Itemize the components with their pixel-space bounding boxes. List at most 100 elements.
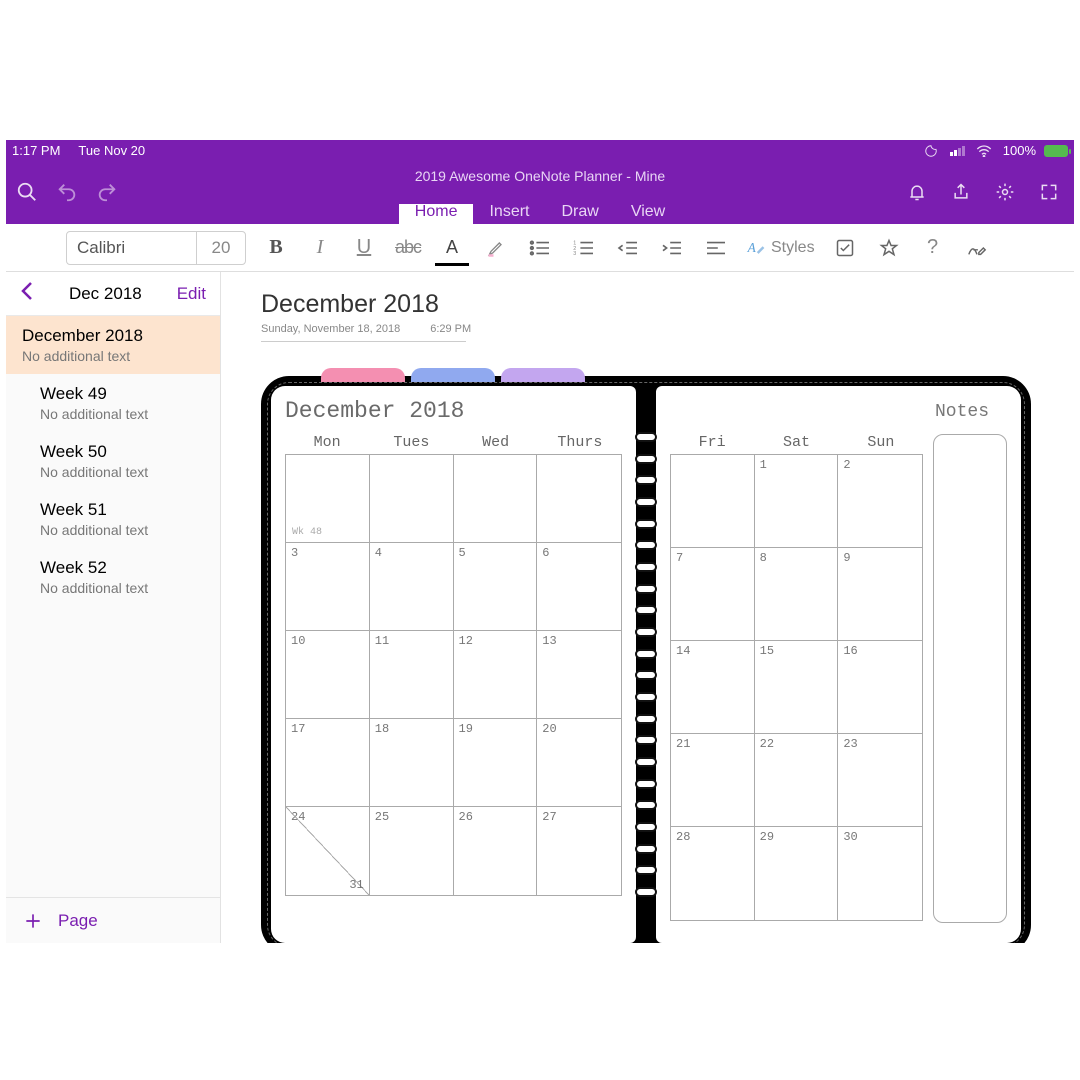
planner-day-header: Tues bbox=[369, 434, 453, 451]
planner-cell: 22 bbox=[755, 734, 839, 827]
indent-button[interactable] bbox=[658, 234, 686, 262]
wifi-icon bbox=[973, 140, 995, 162]
planner-cell bbox=[671, 455, 755, 548]
planner-cell: 28 bbox=[671, 827, 755, 920]
note-canvas[interactable]: December 2018 Sunday, November 18, 2018 … bbox=[221, 272, 1074, 943]
cellular-signal-icon bbox=[950, 146, 965, 156]
back-icon[interactable] bbox=[20, 281, 34, 307]
undo-icon[interactable] bbox=[56, 181, 78, 203]
strikethrough-button[interactable]: abc bbox=[394, 234, 422, 262]
font-name-field[interactable]: Calibri bbox=[67, 232, 197, 264]
binding-ring bbox=[635, 779, 657, 789]
planner-day-header: Sun bbox=[839, 434, 923, 451]
page-item-subtext: No additional text bbox=[40, 464, 206, 480]
planner-cell: 12 bbox=[454, 631, 538, 719]
plus-icon bbox=[22, 910, 44, 932]
page-item[interactable]: Week 49 No additional text bbox=[6, 374, 220, 432]
planner-cell: 3 bbox=[286, 543, 370, 631]
binding-ring bbox=[635, 844, 657, 854]
font-size-field[interactable]: 20 bbox=[197, 232, 245, 264]
planner-cell: 5 bbox=[454, 543, 538, 631]
edit-button[interactable]: Edit bbox=[177, 284, 206, 304]
page-list-sidebar: Dec 2018 Edit December 2018No additional… bbox=[6, 272, 221, 943]
page-item[interactable]: December 2018No additional text bbox=[6, 316, 220, 374]
planner-day-header: Mon bbox=[285, 434, 369, 451]
font-picker[interactable]: Calibri 20 bbox=[66, 231, 246, 265]
planner-image: December 2018 MonTuesWedThurs Wk 4834561… bbox=[261, 376, 1031, 943]
italic-button[interactable]: I bbox=[306, 234, 334, 262]
planner-cell: 16 bbox=[838, 641, 922, 734]
page-item[interactable]: Week 50No additional text bbox=[6, 432, 220, 490]
svg-text:A: A bbox=[747, 240, 757, 255]
todo-tag-button[interactable] bbox=[831, 234, 859, 262]
settings-icon[interactable] bbox=[994, 181, 1016, 203]
planner-right-page: Notes FriSatSun 12789141516212223282930 bbox=[656, 386, 1021, 943]
page-title[interactable]: December 2018 bbox=[261, 290, 1066, 319]
planner-cell: Wk 48 bbox=[286, 455, 370, 543]
share-icon[interactable] bbox=[950, 181, 972, 203]
fullscreen-icon[interactable] bbox=[1038, 181, 1060, 203]
planner-binding bbox=[632, 386, 660, 943]
binding-ring bbox=[635, 649, 657, 659]
planner-cell: 27 bbox=[537, 807, 621, 895]
page-item[interactable]: Week 52No additional text bbox=[6, 548, 220, 606]
binding-ring bbox=[635, 670, 657, 680]
outdent-button[interactable] bbox=[614, 234, 642, 262]
section-title: Dec 2018 bbox=[69, 284, 142, 304]
notifications-icon[interactable] bbox=[906, 181, 928, 203]
binding-ring bbox=[635, 454, 657, 464]
status-bar: 1:17 PM Tue Nov 20 100% bbox=[6, 140, 1074, 161]
highlighter-button[interactable] bbox=[482, 234, 510, 262]
planner-cell: 17 bbox=[286, 719, 370, 807]
page-item-title: December 2018 bbox=[22, 326, 206, 346]
planner-cell: 29 bbox=[755, 827, 839, 920]
planner-left-page: December 2018 MonTuesWedThurs Wk 4834561… bbox=[271, 386, 636, 943]
page-item-title: Week 51 bbox=[40, 500, 206, 520]
binding-ring bbox=[635, 562, 657, 572]
page-meta-time: 6:29 PM bbox=[430, 323, 471, 335]
planner-cell: 15 bbox=[755, 641, 839, 734]
planner-cell: 1 bbox=[755, 455, 839, 548]
planner-tab-2 bbox=[411, 368, 495, 382]
planner-cell: 18 bbox=[370, 719, 454, 807]
binding-ring bbox=[635, 800, 657, 810]
planner-notes-label: Notes bbox=[935, 402, 989, 422]
ribbon: Calibri 20 B I U abc A 123 A Styles bbox=[6, 224, 1074, 272]
planner-month-label: December 2018 bbox=[285, 398, 622, 424]
app-window: 1:17 PM Tue Nov 20 100% 2019 Awesome One… bbox=[6, 140, 1074, 943]
battery-percent: 100% bbox=[1003, 143, 1036, 158]
binding-ring bbox=[635, 497, 657, 507]
ink-to-text-button[interactable] bbox=[963, 234, 991, 262]
question-tag-button[interactable]: ? bbox=[919, 234, 947, 262]
binding-ring bbox=[635, 757, 657, 767]
align-button[interactable] bbox=[702, 234, 730, 262]
binding-ring bbox=[635, 519, 657, 529]
planner-cell: 8 bbox=[755, 548, 839, 641]
search-icon[interactable] bbox=[16, 181, 38, 203]
planner-day-header: Sat bbox=[754, 434, 838, 451]
planner-cell: 9 bbox=[838, 548, 922, 641]
numbered-list-button[interactable]: 123 bbox=[570, 234, 598, 262]
binding-ring bbox=[635, 714, 657, 724]
star-tag-button[interactable] bbox=[875, 234, 903, 262]
planner-cell: 21 bbox=[671, 734, 755, 827]
add-page-button[interactable]: Page bbox=[6, 897, 220, 943]
planner-cell: 23 bbox=[838, 734, 922, 827]
page-item-subtext: No additional text bbox=[40, 406, 206, 422]
styles-button[interactable]: A Styles bbox=[746, 238, 815, 258]
planner-cell: 4 bbox=[370, 543, 454, 631]
bold-button[interactable]: B bbox=[262, 234, 290, 262]
planner-cell bbox=[537, 455, 621, 543]
redo-icon[interactable] bbox=[96, 181, 118, 203]
underline-button[interactable]: U bbox=[350, 234, 378, 262]
binding-ring bbox=[635, 432, 657, 442]
page-item[interactable]: Week 51No additional text bbox=[6, 490, 220, 548]
add-page-label: Page bbox=[58, 911, 98, 931]
bulleted-list-button[interactable] bbox=[526, 234, 554, 262]
planner-cell: 2431 bbox=[286, 807, 370, 895]
status-date: Tue Nov 20 bbox=[78, 143, 145, 158]
planner-day-header: Wed bbox=[454, 434, 538, 451]
font-color-button[interactable]: A bbox=[438, 234, 466, 262]
page-item-title: Week 49 bbox=[40, 384, 206, 404]
status-time: 1:17 PM bbox=[12, 143, 60, 158]
